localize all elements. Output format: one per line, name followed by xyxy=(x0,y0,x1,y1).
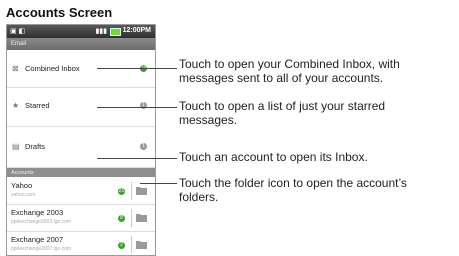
section-label: Accounts xyxy=(11,170,34,176)
folder-icon[interactable] xyxy=(136,213,147,222)
account-item-exchange-2003[interactable]: Exchange 2003 ppdexchange2003.lge.com 8 xyxy=(7,205,155,232)
callout-line-folder xyxy=(140,183,177,184)
inbox-icon: ⊠ xyxy=(12,64,19,73)
combined-inbox-item[interactable]: ⊠ Combined Inbox 19 xyxy=(7,51,155,88)
unread-count-badge: 8 xyxy=(118,215,125,222)
account-item-exchange-2007[interactable]: Exchange 2007 ppdexchange2007.lge.com 2 xyxy=(7,232,155,255)
app-header-title: Email xyxy=(11,41,27,47)
callout-combined-inbox: Touch to open your Combined Inbox, with … xyxy=(179,57,400,85)
status-bar: ▣ ◧ ▮▮▮ 12:00PM xyxy=(7,25,155,38)
account-email: ppdexchange2003.lge.com xyxy=(11,219,72,225)
callout-line-2: messages. xyxy=(179,113,238,127)
mailbox-label: Starred xyxy=(25,101,50,110)
callout-line-account xyxy=(97,158,177,159)
callout-starred: Touch to open a list of just your starre… xyxy=(179,99,385,127)
account-item-yahoo[interactable]: Yahoo yahoo.com 21 xyxy=(7,178,155,205)
folder-icon[interactable] xyxy=(136,186,147,195)
callout-line-combined-inbox xyxy=(97,68,177,69)
divider xyxy=(131,209,132,227)
callout-line-2: messages sent to all of your accounts. xyxy=(179,71,384,85)
signal-icon: ▮▮▮ xyxy=(95,28,107,35)
unread-count-badge: 2 xyxy=(118,242,125,249)
account-name: Exchange 2003 xyxy=(11,208,64,217)
callout-line-1: Touch an account to open its Inbox. xyxy=(179,150,368,164)
mailbox-label: Drafts xyxy=(25,142,46,151)
divider xyxy=(131,236,132,254)
callout-line-1: Touch to open a list of just your starre… xyxy=(179,99,386,113)
account-email: ppdexchange2007.lge.com xyxy=(11,246,72,252)
divider xyxy=(131,182,132,200)
count-badge: 1 xyxy=(140,143,147,150)
drafts-icon: ▤ xyxy=(12,142,20,151)
accounts-section-header: Accounts xyxy=(7,168,155,177)
star-icon: ★ xyxy=(12,101,20,110)
callout-folder: Touch the folder icon to open the accoun… xyxy=(179,176,407,204)
drafts-item[interactable]: ▤ Drafts 1 xyxy=(7,127,155,168)
callout-account: Touch an account to open its Inbox. xyxy=(179,150,368,164)
status-time: 12:00PM xyxy=(122,27,151,34)
account-name: Exchange 2007 xyxy=(11,235,64,244)
app-header: Email xyxy=(7,38,155,50)
page-title: Accounts Screen xyxy=(6,5,113,20)
callout-line-starred xyxy=(97,107,177,108)
callout-line-2: folders. xyxy=(179,190,219,204)
unread-count-badge: 21 xyxy=(118,188,125,195)
phone-screen: ▣ ◧ ▮▮▮ 12:00PM Email ⊠ Combined Inbox 1… xyxy=(6,24,156,256)
mailbox-label: Combined Inbox xyxy=(25,64,80,73)
notification-icons: ▣ ◧ xyxy=(10,28,26,35)
folder-icon[interactable] xyxy=(136,240,147,249)
callout-line-1: Touch the folder icon to open the accoun… xyxy=(179,176,407,190)
callout-line-1: Touch to open your Combined Inbox, with xyxy=(179,57,400,71)
account-name: Yahoo xyxy=(11,181,33,190)
battery-icon xyxy=(110,28,121,36)
account-email: yahoo.com xyxy=(11,192,36,198)
